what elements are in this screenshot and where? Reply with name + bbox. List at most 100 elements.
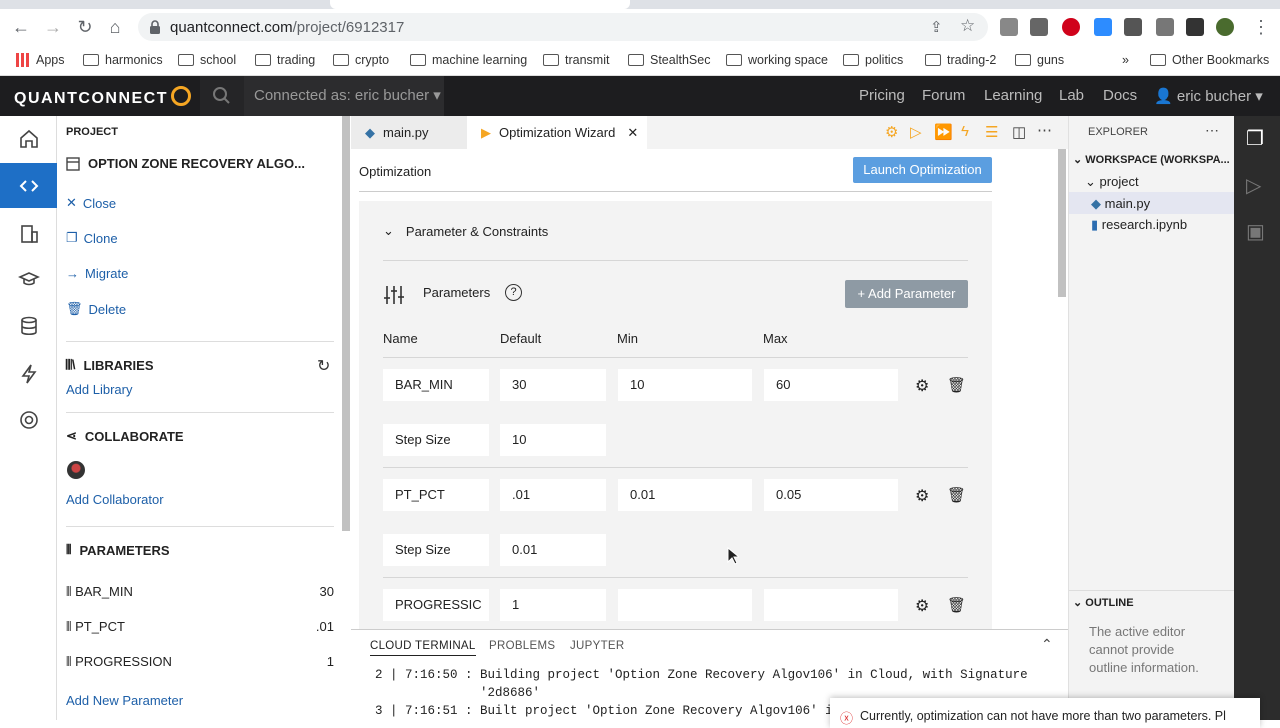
file-row-research[interactable]: ▮ research.ipynb: [1091, 217, 1187, 233]
back-icon[interactable]: ←: [10, 16, 32, 38]
param-max-field[interactable]: 60: [764, 369, 898, 401]
param-min-field[interactable]: 10: [618, 369, 752, 401]
reload-icon[interactable]: ↻: [74, 16, 96, 38]
clone-project-button[interactable]: ❐ Clone: [66, 230, 118, 246]
param-min-field[interactable]: [618, 589, 752, 621]
extension-g-icon[interactable]: [1000, 18, 1018, 36]
param-default-field[interactable]: 30: [500, 369, 606, 401]
delete-trash-icon[interactable]: 🗑: [947, 376, 966, 394]
collaborator-avatar[interactable]: [67, 461, 85, 479]
puzzle-icon[interactable]: [1124, 18, 1142, 36]
logo[interactable]: QUANTCONNECT: [14, 86, 191, 108]
param-name-field[interactable]: PROGRESSIC: [383, 589, 489, 621]
settings-gear-icon[interactable]: ⚙: [915, 596, 929, 616]
add-collaborator-link[interactable]: Add Collaborator: [66, 492, 164, 507]
close-project-button[interactable]: ✕ Close: [66, 195, 116, 211]
param-max-field[interactable]: 0.05: [764, 479, 898, 511]
more-icon[interactable]: ⋯: [1037, 121, 1052, 139]
bookmark-folder[interactable]: transmit: [543, 51, 609, 69]
bookmark-folder[interactable]: crypto: [333, 51, 389, 69]
section-toggle[interactable]: ⌄ Parameter & Constraints: [383, 223, 548, 239]
bookmark-folder[interactable]: machine learning: [410, 51, 527, 69]
editor-scrollbar[interactable]: [1057, 149, 1068, 629]
support-nav[interactable]: [0, 397, 57, 442]
tab-cloud-terminal[interactable]: CLOUD TERMINAL: [370, 640, 476, 656]
home-nav[interactable]: [0, 116, 57, 161]
close-tab-icon[interactable]: ✕: [627, 125, 638, 141]
workspace-row[interactable]: ⌄ WORKSPACE (WORKSPA...: [1073, 153, 1230, 166]
connected-as-dropdown[interactable]: Connected as: eric bucher ▾: [244, 76, 444, 116]
bookmark-star-icon[interactable]: ☆: [960, 16, 975, 36]
scrollbar-thumb[interactable]: [342, 116, 350, 531]
more-icon[interactable]: ⋯: [1205, 122, 1219, 139]
nav-forum[interactable]: Forum: [922, 87, 965, 104]
run-debug-icon[interactable]: ▷: [1246, 173, 1261, 198]
split-editor-icon[interactable]: ◫: [1012, 123, 1026, 141]
collapse-chevron-icon[interactable]: ⌃: [1041, 636, 1053, 653]
active-browser-tab[interactable]: [330, 0, 630, 9]
live-nav[interactable]: [0, 351, 57, 396]
param-default-field[interactable]: .01: [500, 479, 606, 511]
bookmark-folder[interactable]: working space: [726, 51, 828, 69]
migrate-project-button[interactable]: → Migrate: [66, 266, 128, 281]
tab-jupyter[interactable]: JUPYTER: [570, 640, 625, 652]
help-icon[interactable]: ?: [505, 284, 522, 301]
build-gear-icon[interactable]: ⚙: [885, 123, 898, 141]
bookmark-apps[interactable]: Apps: [16, 51, 65, 69]
outline-header[interactable]: ⌄ OUTLINE: [1073, 596, 1134, 609]
search-button[interactable]: [200, 76, 244, 116]
extension-icon[interactable]: [1030, 18, 1048, 36]
folder-row[interactable]: ⌄ project: [1085, 174, 1139, 190]
param-name-field[interactable]: PT_PCT: [383, 479, 489, 511]
files-icon[interactable]: ❐: [1246, 126, 1264, 151]
home-icon[interactable]: ⌂: [104, 16, 126, 38]
bookmark-folder[interactable]: trading: [255, 51, 315, 69]
bookmark-folder[interactable]: harmonics: [83, 51, 163, 69]
settings-gear-icon[interactable]: ⚙: [915, 486, 929, 506]
backtest-play-icon[interactable]: ▷: [910, 123, 922, 141]
parameter-row[interactable]: ⫴ PT_PCT .01: [66, 619, 334, 635]
extensions-chip-icon[interactable]: ▣: [1246, 219, 1265, 244]
refresh-icon[interactable]: ↻: [317, 356, 330, 376]
add-new-parameter-link[interactable]: Add New Parameter: [66, 693, 183, 708]
nav-learning[interactable]: Learning: [984, 87, 1042, 104]
learning-nav[interactable]: [0, 256, 57, 301]
address-bar[interactable]: quantconnect.com/project/6912317 ⇪ ☆: [138, 13, 988, 41]
parameter-row[interactable]: ⫴ PROGRESSION 1: [66, 654, 334, 670]
bookmark-folder[interactable]: trading-2: [925, 51, 996, 69]
parameter-row[interactable]: ⫴ BAR_MIN 30: [66, 584, 334, 600]
debug-icon[interactable]: ⏩: [934, 123, 953, 141]
param-max-field[interactable]: [764, 589, 898, 621]
bookmark-folder[interactable]: politics: [843, 51, 903, 69]
delete-trash-icon[interactable]: 🗑: [947, 596, 966, 614]
step-size-field[interactable]: 0.01: [500, 534, 606, 566]
project-scrollbar[interactable]: [341, 116, 351, 720]
bookmark-folder[interactable]: StealthSec: [628, 51, 710, 69]
other-bookmarks[interactable]: Other Bookmarks: [1150, 51, 1269, 69]
file-row-main-py[interactable]: ◆ main.py: [1069, 192, 1234, 214]
organization-nav[interactable]: [0, 211, 57, 256]
settings-gear-icon[interactable]: ⚙: [915, 376, 929, 396]
live-lightning-icon[interactable]: ϟ: [961, 123, 969, 140]
opera-icon[interactable]: [1062, 18, 1080, 36]
share-icon[interactable]: ⇪: [930, 18, 943, 36]
code-nav[interactable]: [0, 163, 57, 208]
zoom-icon[interactable]: [1094, 18, 1112, 36]
nav-docs[interactable]: Docs: [1103, 87, 1137, 104]
add-library-link[interactable]: Add Library: [66, 382, 132, 397]
tab-main-py[interactable]: ◆ main.py: [351, 116, 467, 149]
step-size-field[interactable]: 10: [500, 424, 606, 456]
list-icon[interactable]: ☰: [985, 123, 998, 141]
scrollbar-thumb[interactable]: [1058, 149, 1066, 297]
param-min-field[interactable]: 0.01: [618, 479, 752, 511]
launch-optimization-button[interactable]: Launch Optimization: [853, 157, 992, 183]
sidepanel-icon[interactable]: [1186, 18, 1204, 36]
bookmarks-overflow[interactable]: »: [1122, 51, 1129, 69]
forward-icon[interactable]: →: [42, 16, 64, 38]
nav-pricing[interactable]: Pricing: [859, 87, 905, 104]
bookmark-folder[interactable]: school: [178, 51, 236, 69]
bookmark-folder[interactable]: guns: [1015, 51, 1064, 69]
datasets-nav[interactable]: [0, 303, 57, 348]
nav-lab[interactable]: Lab: [1059, 87, 1084, 104]
delete-trash-icon[interactable]: 🗑: [947, 486, 966, 504]
